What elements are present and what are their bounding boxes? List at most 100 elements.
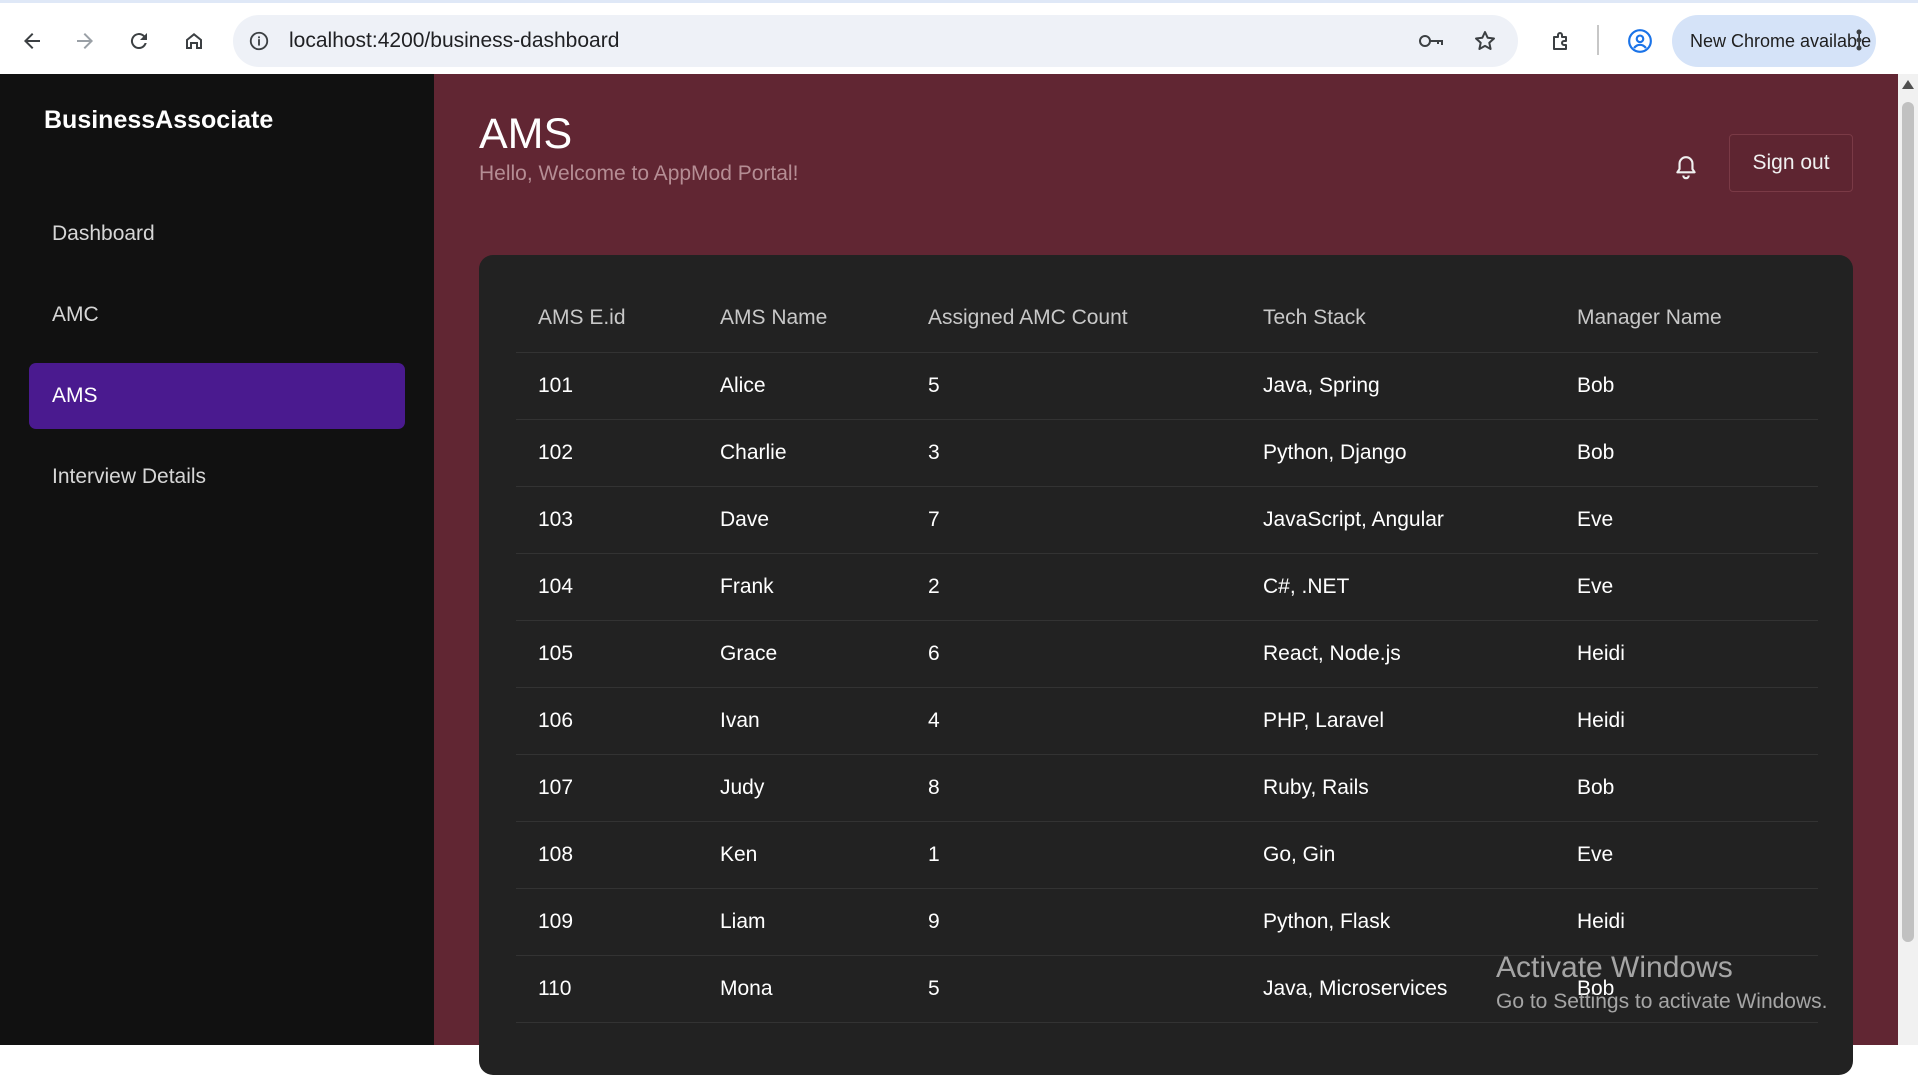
column-header-name: AMS Name [698,285,906,353]
cell-eid: 105 [516,620,698,688]
cell-eid: 107 [516,754,698,822]
cell-eid: 104 [516,553,698,621]
cell-manager: Bob [1555,352,1818,420]
cell-name: Charlie [698,419,906,487]
toolbar-divider [1597,25,1599,55]
watermark-subtitle: Go to Settings to activate Windows. [1496,990,1828,1013]
windows-activation-watermark: Activate Windows Go to Settings to activ… [1496,950,1828,1016]
table-row: 103 Dave 7 JavaScript, Angular Eve [516,486,1818,554]
main-content: AMS Hello, Welcome to AppMod Portal! Sig… [434,74,1898,1075]
cell-amc-count: 5 [906,352,1241,420]
sidebar-item-label: Dashboard [52,222,155,245]
scrollbar-thumb[interactable] [1902,102,1914,942]
cell-amc-count: 2 [906,553,1241,621]
cell-tech-stack: Go, Gin [1241,821,1555,889]
cell-tech-stack: Python, Flask [1241,888,1555,956]
watermark-title: Activate Windows [1496,951,1733,984]
cell-name: Dave [698,486,906,554]
bookmark-star-icon[interactable] [1471,27,1499,55]
table-body: 101 Alice 5 Java, Spring Bob 102 Charlie 3 Pytho… [516,352,1818,1023]
cell-tech-stack: Python, Django [1241,419,1555,487]
cell-manager: Bob [1555,419,1818,487]
page-title: AMS [479,110,573,158]
cell-name: Mona [698,955,906,1023]
page-scrollbar[interactable] [1898,74,1918,1045]
url-text: localhost:4200/business-dashboard [289,29,620,52]
ams-table: AMS E.id AMS Name Assigned AMC Count Tec… [516,285,1818,1023]
cell-name: Ken [698,821,906,889]
column-header-manager: Manager Name [1555,285,1818,353]
chrome-update-label: New Chrome available [1690,30,1872,51]
reload-icon[interactable] [121,23,157,59]
sidebar-item-label: AMC [52,303,99,326]
cell-amc-count: 4 [906,687,1241,755]
table-row: 102 Charlie 3 Python, Django Bob [516,419,1818,487]
site-info-icon[interactable] [247,29,271,53]
extensions-icon[interactable] [1543,23,1579,59]
cell-amc-count: 3 [906,419,1241,487]
cell-name: Ivan [698,687,906,755]
cell-manager: Heidi [1555,687,1818,755]
cell-eid: 103 [516,486,698,554]
cell-amc-count: 8 [906,754,1241,822]
cell-tech-stack: Ruby, Rails [1241,754,1555,822]
cell-eid: 101 [516,352,698,420]
address-bar[interactable]: localhost:4200/business-dashboard [233,15,1518,67]
sidebar: BusinessAssociate Dashboard AMC AMS Inte… [0,74,434,1045]
cell-name: Grace [698,620,906,688]
more-menu-icon[interactable] [1856,27,1862,58]
sidebar-item-label: AMS [52,384,98,407]
cell-manager: Heidi [1555,888,1818,956]
cell-name: Judy [698,754,906,822]
cell-amc-count: 7 [906,486,1241,554]
table-row: 101 Alice 5 Java, Spring Bob [516,352,1818,420]
table-row: 107 Judy 8 Ruby, Rails Bob [516,754,1818,822]
cell-tech-stack: JavaScript, Angular [1241,486,1555,554]
cell-name: Liam [698,888,906,956]
password-key-icon[interactable] [1417,27,1445,55]
cell-eid: 108 [516,821,698,889]
chrome-update-button[interactable]: New Chrome available [1672,15,1876,67]
cell-tech-stack: C#, .NET [1241,553,1555,621]
table-header-row: AMS E.id AMS Name Assigned AMC Count Tec… [516,285,1818,353]
column-header-tech-stack: Tech Stack [1241,285,1555,353]
welcome-subtitle: Hello, Welcome to AppMod Portal! [479,162,799,185]
sidebar-item-interview-details[interactable]: Interview Details [29,444,405,510]
table-row: 104 Frank 2 C#, .NET Eve [516,553,1818,621]
cell-manager: Eve [1555,486,1818,554]
cell-eid: 110 [516,955,698,1023]
sidebar-item-dashboard[interactable]: Dashboard [29,201,405,267]
sidebar-item-label: Interview Details [52,465,207,488]
cell-tech-stack: React, Node.js [1241,620,1555,688]
cell-manager: Eve [1555,553,1818,621]
sidebar-item-amc[interactable]: AMC [29,282,405,348]
profile-icon[interactable] [1622,23,1658,59]
column-header-amc-count: Assigned AMC Count [906,285,1241,353]
cell-name: Frank [698,553,906,621]
back-icon[interactable] [14,23,50,59]
sign-out-button[interactable]: Sign out [1729,134,1853,192]
column-header-eid: AMS E.id [516,285,698,353]
browser-toolbar: localhost:4200/business-dashboard New Ch… [0,0,1918,74]
cell-eid: 102 [516,419,698,487]
cell-eid: 106 [516,687,698,755]
cell-eid: 109 [516,888,698,956]
table-row: 109 Liam 9 Python, Flask Heidi [516,888,1818,956]
cell-amc-count: 9 [906,888,1241,956]
cell-manager: Bob [1555,754,1818,822]
brand-logo: BusinessAssociate [44,106,274,134]
table-row: 105 Grace 6 React, Node.js Heidi [516,620,1818,688]
home-icon[interactable] [176,23,212,59]
cell-amc-count: 1 [906,821,1241,889]
cell-tech-stack: Java, Spring [1241,352,1555,420]
forward-icon[interactable] [67,23,103,59]
sidebar-item-ams[interactable]: AMS [29,363,405,429]
table-row: 106 Ivan 4 PHP, Laravel Heidi [516,687,1818,755]
cell-manager: Heidi [1555,620,1818,688]
notification-bell-icon[interactable] [1668,150,1704,186]
table-row: 108 Ken 1 Go, Gin Eve [516,821,1818,889]
cell-amc-count: 5 [906,955,1241,1023]
cell-manager: Eve [1555,821,1818,889]
cell-amc-count: 6 [906,620,1241,688]
scroll-up-arrow-icon[interactable] [1902,80,1914,89]
